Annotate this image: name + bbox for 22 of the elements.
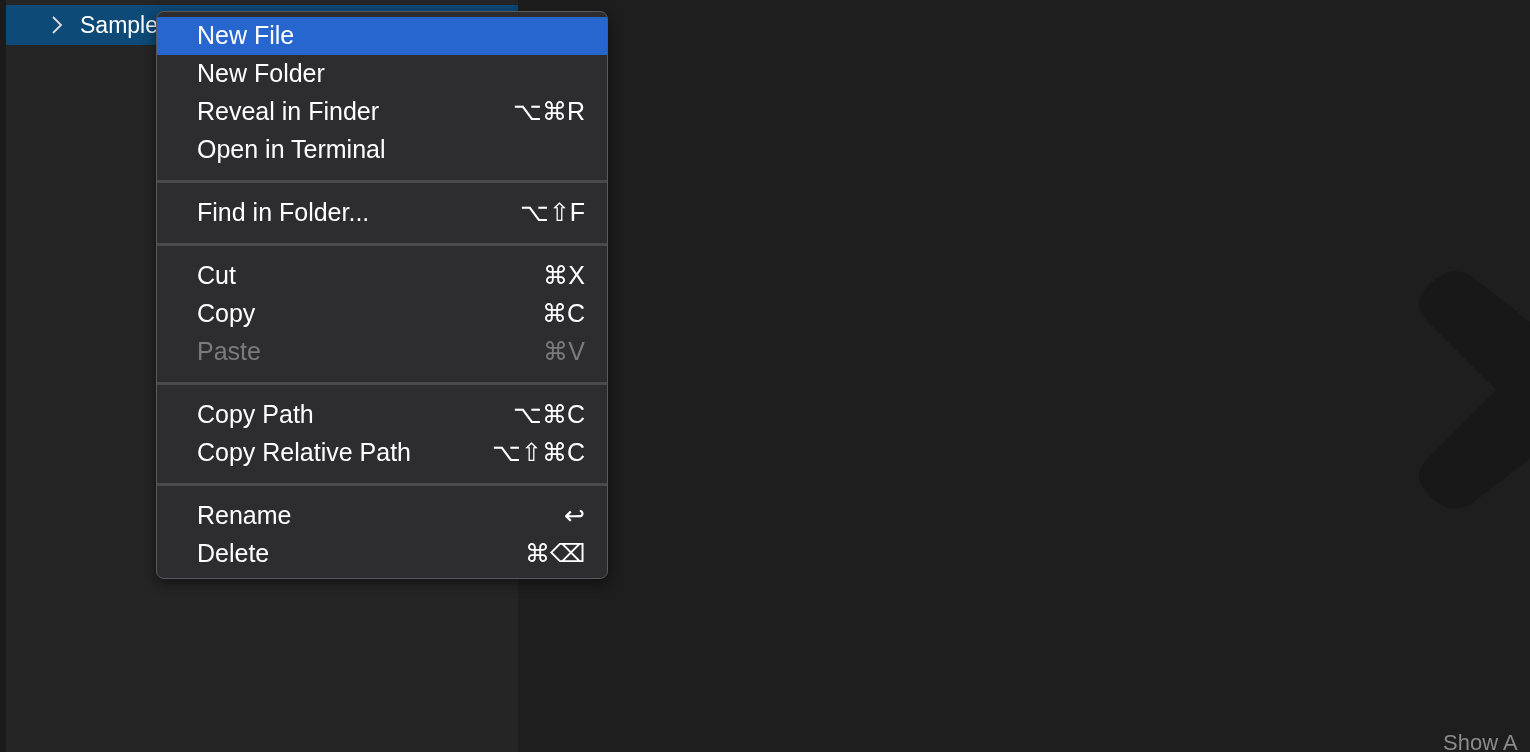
shortcut-label: ⌥⌘C (512, 399, 585, 431)
shortcut-label: ⌘V (543, 336, 585, 368)
editor-hint: Show A (1443, 733, 1518, 752)
menu-item[interactable]: Delete ⌘⌫ (157, 535, 607, 573)
shortcut-label: ⌘C (541, 298, 585, 330)
chevron-right-icon (50, 16, 64, 34)
shortcut-label: ⌘⌫ (525, 538, 585, 570)
shortcut-label: ⌘X (543, 260, 585, 292)
shortcut-label: ⌥⇧F (519, 197, 585, 229)
menu-item[interactable]: Open in Terminal (157, 131, 607, 169)
menu-item[interactable]: Copy Relative Path ⌥⇧⌘C (157, 434, 607, 472)
menu-item[interactable]: New Folder (157, 55, 607, 93)
menu-item[interactable]: Find in Folder... ⌥⇧F (157, 194, 607, 232)
menu-item[interactable]: Cut ⌘X (157, 257, 607, 295)
menu-item[interactable]: Rename ↩ (157, 497, 607, 535)
shortcut-label: ⌥⌘R (512, 96, 585, 128)
menu-item[interactable]: Copy ⌘C (157, 295, 607, 333)
menu-item[interactable]: Copy Path ⌥⌘C (157, 396, 607, 434)
shortcut-label: ↩ (564, 500, 585, 532)
menu-item[interactable]: New File (157, 17, 607, 55)
shortcut-label: ⌥⇧⌘C (491, 437, 585, 469)
menu-item[interactable]: Reveal in Finder ⌥⌘R (157, 93, 607, 131)
